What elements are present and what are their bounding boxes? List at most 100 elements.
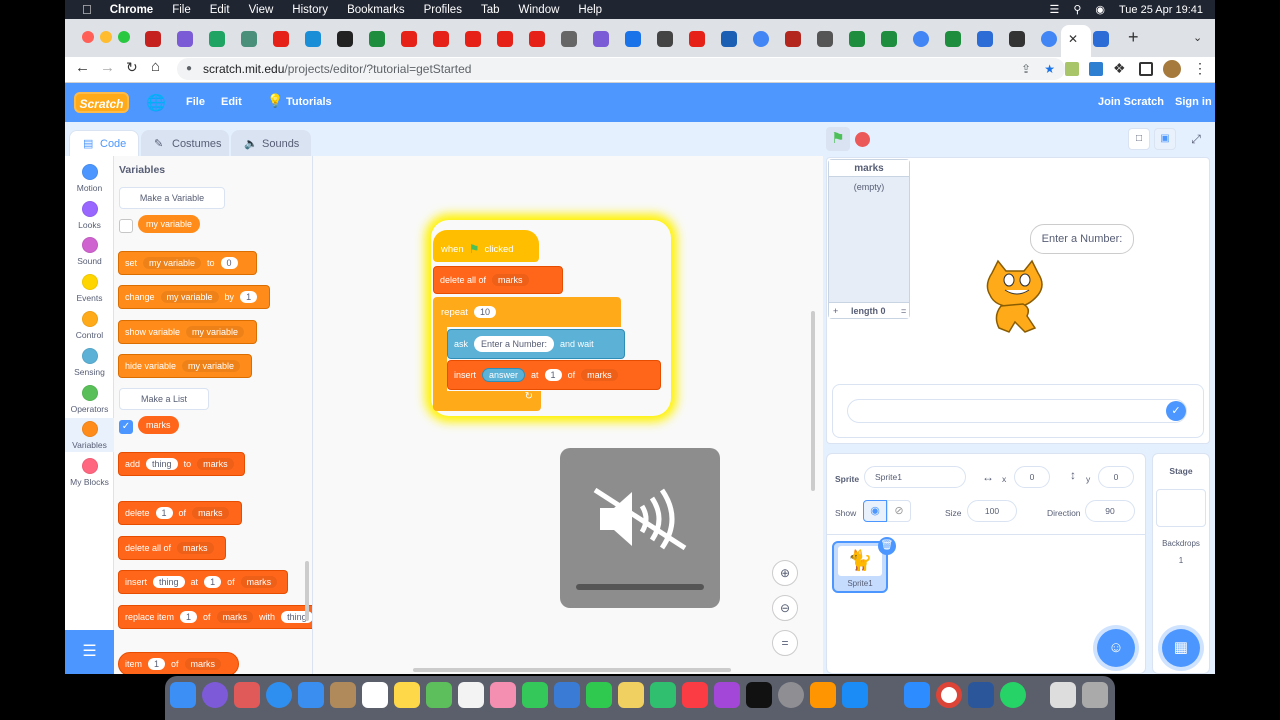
browser-tab[interactable] (273, 31, 289, 47)
list-dropdown[interactable]: marks (192, 507, 229, 519)
notes-icon[interactable] (394, 682, 420, 708)
maximize-window-icon[interactable] (118, 31, 130, 43)
bookmark-star-icon[interactable]: ★ (1044, 58, 1055, 80)
list-dropdown[interactable]: marks (240, 576, 278, 588)
browser-tab[interactable] (369, 31, 385, 47)
y-input[interactable]: 0 (1098, 466, 1134, 488)
question-input[interactable]: Enter a Number: (474, 336, 555, 352)
browser-tab[interactable] (977, 31, 993, 47)
category-control[interactable]: Control (65, 311, 114, 340)
clock[interactable]: Tue 25 Apr 19:41 (1119, 4, 1203, 16)
language-globe-icon[interactable]: 🌐 (146, 93, 166, 113)
browser-tab[interactable] (241, 31, 257, 47)
value-input[interactable]: thing (153, 576, 185, 588)
music-icon[interactable] (682, 682, 708, 708)
direction-input[interactable]: 90 (1085, 500, 1135, 522)
my-variable-reporter[interactable]: my variable (138, 215, 201, 233)
list-dropdown[interactable]: marks (216, 611, 254, 623)
tab-search-icon[interactable]: ⌄ (1193, 31, 1202, 44)
photos-icon[interactable] (490, 682, 516, 708)
stage[interactable]: marks (empty) + length 0 = Enter a Numbe… (826, 157, 1210, 444)
category-looks[interactable]: Looks (65, 201, 114, 230)
item-of-list-reporter[interactable]: item 1 of marks (118, 652, 239, 674)
launchpad-icon[interactable] (234, 682, 260, 708)
app-store-icon[interactable] (842, 682, 868, 708)
make-variable-button[interactable]: Make a Variable (119, 187, 225, 209)
browser-tab[interactable] (337, 31, 353, 47)
browser-tab[interactable] (689, 31, 705, 47)
variable-dropdown[interactable]: my variable (182, 360, 241, 372)
x-input[interactable]: 0 (1014, 466, 1050, 488)
search-icon[interactable]: ⚲ (1073, 3, 1081, 16)
edit-menu[interactable]: Edit (221, 96, 242, 108)
vertical-scrollbar[interactable] (811, 311, 815, 491)
browser-tab[interactable] (785, 31, 801, 47)
replace-item-block[interactable]: replace item 1 of marks with thing (118, 605, 312, 629)
browser-tab[interactable] (1093, 31, 1109, 47)
category-operators[interactable]: Operators (65, 385, 114, 414)
small-stage-icon[interactable]: □ (1128, 128, 1150, 150)
tv-icon[interactable] (746, 682, 772, 708)
browser-tab[interactable] (209, 31, 225, 47)
back-icon[interactable]: ← (75, 59, 90, 76)
stop-button[interactable] (855, 132, 870, 147)
browser-tab[interactable] (753, 31, 769, 47)
browser-tab[interactable] (497, 31, 513, 47)
insert-at-list-block[interactable]: insert thing at 1 of marks (118, 570, 288, 594)
list-dropdown[interactable]: marks (581, 369, 618, 381)
ask-and-wait-block[interactable]: ask Enter a Number: and wait (447, 329, 625, 359)
browser-tab[interactable] (305, 31, 321, 47)
messages-icon[interactable] (522, 682, 548, 708)
choose-sprite-button[interactable]: ☺ (1097, 629, 1135, 667)
sign-in-link[interactable]: Sign in (1175, 96, 1212, 108)
reload-icon[interactable]: ↻ (126, 59, 138, 76)
browser-tab[interactable] (401, 31, 417, 47)
index-input[interactable]: 1 (544, 369, 562, 381)
new-tab-icon[interactable]: + (1128, 27, 1139, 48)
sprite-name-input[interactable]: Sprite1 (864, 466, 966, 488)
browser-tab[interactable] (177, 31, 193, 47)
horizontal-scrollbar[interactable] (413, 668, 731, 672)
word-icon[interactable] (968, 682, 994, 708)
menu-tab[interactable]: Tab (481, 4, 500, 16)
fullscreen-icon[interactable]: ⤢ (1185, 128, 1207, 150)
category-events[interactable]: Events (65, 274, 114, 303)
browser-tab[interactable] (561, 31, 577, 47)
safari-icon[interactable] (266, 682, 292, 708)
zoom-out-icon[interactable]: ⊖ (772, 595, 798, 621)
sprite-thumbnail[interactable]: 🐈 Sprite1 🗑 (832, 537, 896, 593)
value-input[interactable]: 1 (155, 507, 173, 519)
category-sensing[interactable]: Sensing (65, 348, 114, 377)
list-monitor[interactable]: marks (empty) + length 0 = (828, 159, 910, 319)
list-dropdown[interactable]: marks (197, 458, 234, 470)
show-variable-block[interactable]: show variable my variable (118, 320, 257, 344)
list-dropdown[interactable]: marks (184, 658, 222, 670)
category-my-blocks[interactable]: My Blocks (65, 458, 114, 487)
maps-icon[interactable] (426, 682, 452, 708)
value-input[interactable]: 1 (204, 576, 222, 588)
submit-check-icon[interactable]: ✓ (1166, 401, 1186, 421)
delete-of-list-block[interactable]: delete 1 of marks (118, 501, 242, 525)
delete-all-of-list-block[interactable]: delete all of marks (118, 536, 226, 560)
variable-dropdown[interactable]: my variable (186, 326, 245, 338)
list-resize-handle[interactable]: = (901, 303, 906, 319)
zoom-icon[interactable] (904, 682, 930, 708)
browser-tab[interactable] (849, 31, 865, 47)
browser-tab[interactable] (465, 31, 481, 47)
browser-tab[interactable] (657, 31, 673, 47)
documents-stack-icon[interactable] (1050, 682, 1076, 708)
list-checkbox-checked[interactable]: ✓ (119, 420, 133, 434)
finder-icon[interactable] (170, 682, 196, 708)
menu-profiles[interactable]: Profiles (424, 4, 462, 16)
apple-icon[interactable]:  (82, 2, 92, 17)
menu-file[interactable]: File (172, 4, 191, 16)
value-input[interactable]: thing (146, 458, 178, 470)
tab-costumes[interactable]: ✎ Costumes (141, 130, 229, 156)
address-bar[interactable]: ● scratch.mit.edu/projects/editor/?tutor… (177, 58, 1065, 80)
pages-icon[interactable] (618, 682, 644, 708)
settings-icon[interactable] (778, 682, 804, 708)
browser-tab[interactable] (433, 31, 449, 47)
side-panel-icon[interactable] (1139, 62, 1153, 76)
browser-tab[interactable] (529, 31, 545, 47)
podcasts-icon[interactable] (714, 682, 740, 708)
